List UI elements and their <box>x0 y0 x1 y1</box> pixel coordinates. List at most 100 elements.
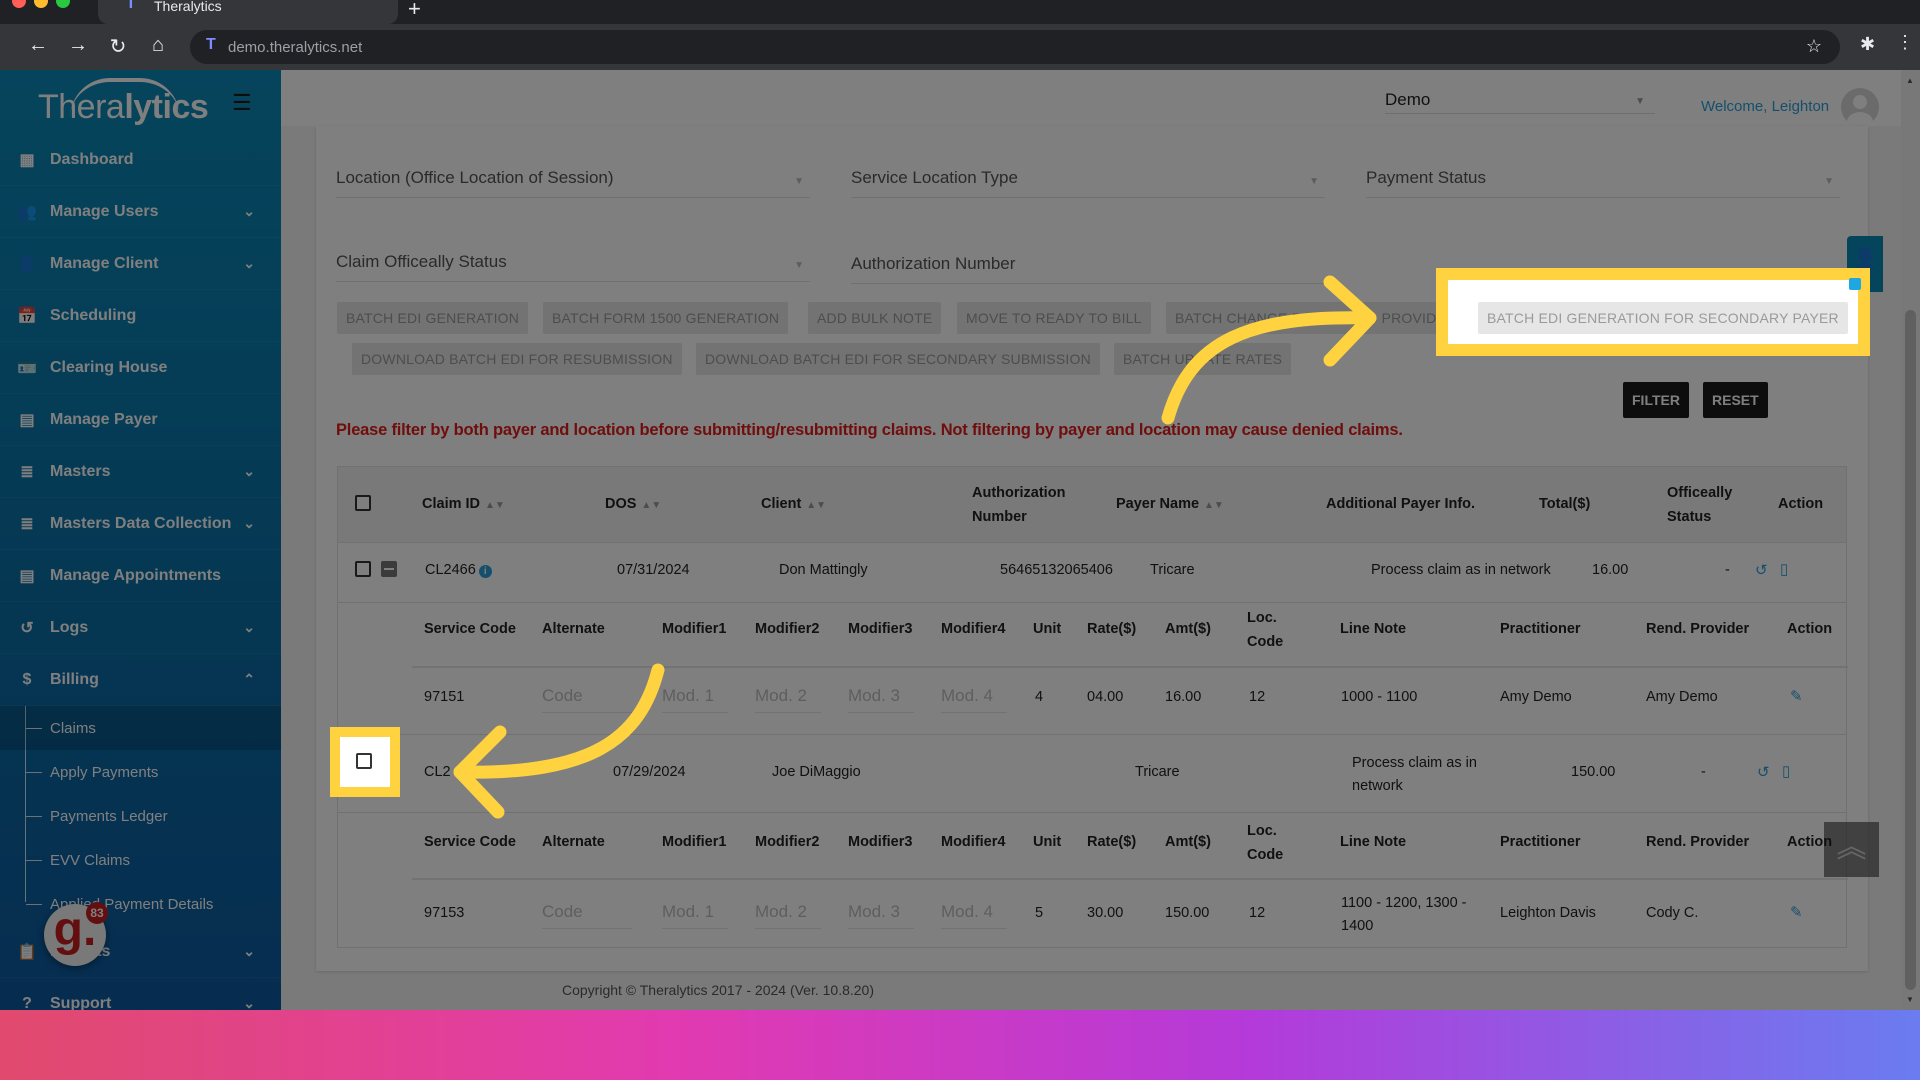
batch-edi-generation-button[interactable]: BATCH EDI GENERATION <box>337 302 529 334</box>
back-to-top-button[interactable]: ︽ <box>1824 822 1879 877</box>
alternate-code-input[interactable]: Code <box>542 686 632 713</box>
line-practitioner: Leighton Davis <box>1500 905 1596 921</box>
sidebar-item-masters[interactable]: ≣ Masters ⌄ <box>0 446 281 498</box>
sidebar-item-clearing-house[interactable]: 🪪 Clearing House <box>0 342 281 394</box>
payment-status-select[interactable]: Payment Status ▼ <box>1366 158 1840 198</box>
highlighted-claim-checkbox[interactable] <box>356 753 372 769</box>
sidebar-item-label: Clearing House <box>50 358 168 376</box>
add-bulk-note-button[interactable]: ADD BULK NOTE <box>808 302 942 334</box>
filter-button[interactable]: FILTER <box>1623 382 1689 418</box>
reload-icon[interactable]: ↻ <box>106 34 130 59</box>
line-header-action: Action <box>1787 621 1833 637</box>
window-controls <box>12 0 70 8</box>
sidebar-item-manage-payer[interactable]: ▤ Manage Payer <box>0 394 281 446</box>
modifier3-input[interactable]: Mod. 3 <box>848 902 914 929</box>
header-claim-id[interactable]: Claim ID ▲▼ <box>422 496 505 512</box>
location-filter-select[interactable]: Location (Office Location of Session) ▼ <box>336 158 810 198</box>
download-batch-edi-secondary-button[interactable]: DOWNLOAD BATCH EDI FOR SECONDARY SUBMISS… <box>696 343 1100 375</box>
claim-client: Joe DiMaggio <box>772 764 861 780</box>
sidebar-subitem-payments-ledger[interactable]: Payments Ledger <box>0 794 281 838</box>
modifier3-input[interactable]: Mod. 3 <box>848 686 914 713</box>
header-payer-name[interactable]: Payer Name ▲▼ <box>1116 496 1224 512</box>
alternate-code-input[interactable]: Code <box>542 902 632 929</box>
history-icon[interactable]: ↺ <box>1755 561 1768 579</box>
footer-copyright: Copyright © Theralytics 2017 - 2024 (Ver… <box>562 982 875 998</box>
line-header-amt: Amt($) <box>1165 834 1211 850</box>
sidebar-item-manage-users[interactable]: 👥 Manage Users ⌄ <box>0 186 281 238</box>
sidebar-item-scheduling[interactable]: 📅 Scheduling <box>0 290 281 342</box>
logo[interactable]: Theralytics ☰ <box>0 70 281 134</box>
scroll-up-icon[interactable]: ▲ <box>1906 76 1914 85</box>
browser-menu-icon[interactable]: ⋮ <box>1896 32 1914 53</box>
sidebar-subitem-applied-payment-details[interactable]: Applied Payment Details <box>0 882 281 926</box>
sidebar-item-logs[interactable]: ↺ Logs ⌄ <box>0 602 281 654</box>
theralytics-favicon-icon: T <box>126 0 136 12</box>
modifier2-input[interactable]: Mod. 2 <box>755 902 821 929</box>
reset-button[interactable]: RESET <box>1703 382 1768 418</box>
modifier4-input[interactable]: Mod. 4 <box>941 902 1007 929</box>
bookmark-star-icon[interactable]: ☆ <box>1806 36 1822 57</box>
header-dos[interactable]: DOS ▲▼ <box>605 496 661 512</box>
batch-edi-secondary-payer-button[interactable]: BATCH EDI GENERATION FOR SECONDARY PAYER <box>1478 302 1848 334</box>
scroll-down-icon[interactable]: ▼ <box>1906 995 1914 1004</box>
sidebar-subitem-claims[interactable]: Claims <box>0 706 281 750</box>
page-scrollbar[interactable]: ▲ ▼ <box>1901 70 1920 1010</box>
batch-form-1500-button[interactable]: BATCH FORM 1500 GENERATION <box>543 302 789 334</box>
sidebar-item-reports[interactable]: 📋Reports⌄ <box>0 926 281 978</box>
maximize-window-button[interactable] <box>56 0 70 8</box>
home-icon[interactable]: ⌂ <box>146 34 170 57</box>
sidebar-item-dashboard[interactable]: ▦ Dashboard <box>0 134 281 186</box>
browser-tab[interactable]: T Theralytics <box>98 0 398 24</box>
sidebar-item-manage-client[interactable]: 👤 Manage Client ⌄ <box>0 238 281 290</box>
move-to-ready-to-bill-button[interactable]: MOVE TO READY TO BILL <box>957 302 1151 334</box>
sidebar-item-manage-appointments[interactable]: ▤ Manage Appointments <box>0 550 281 602</box>
history-icon[interactable]: ↺ <box>1757 763 1770 781</box>
welcome-user-link[interactable]: Welcome, Leighton <box>1701 98 1829 115</box>
info-icon[interactable]: i <box>478 565 492 578</box>
claim-id[interactable]: CL2 <box>424 764 451 780</box>
close-window-button[interactable] <box>12 0 26 8</box>
edit-icon[interactable]: ✎ <box>1790 687 1803 705</box>
claim-status-select[interactable]: Claim Officeally Status ▼ <box>336 242 810 282</box>
collapse-row-icon[interactable] <box>381 561 397 577</box>
line-header-rate: Rate($) <box>1087 834 1137 850</box>
download-batch-edi-resubmission-button[interactable]: DOWNLOAD BATCH EDI FOR RESUBMISSION <box>352 343 682 375</box>
address-bar[interactable]: T demo.theralytics.net ☆ <box>190 30 1840 64</box>
line-header-unit: Unit <box>1033 621 1062 637</box>
line-rend-provider: Cody C. <box>1646 905 1699 921</box>
line-header-modifier3: Modifier3 <box>848 834 913 850</box>
sidebar-subitem-evv-claims[interactable]: EVV Claims <box>0 838 281 882</box>
avatar[interactable] <box>1841 88 1879 126</box>
document-icon[interactable]: ▯ <box>1780 560 1788 578</box>
modifier4-input[interactable]: Mod. 4 <box>941 686 1007 713</box>
document-icon[interactable]: ▯ <box>1782 762 1790 780</box>
service-location-type-select[interactable]: Service Location Type ▼ <box>851 158 1325 198</box>
sidebar-item-billing[interactable]: $ Billing ⌃ <box>0 654 281 706</box>
select-all-checkbox[interactable] <box>355 495 371 511</box>
minimize-window-button[interactable] <box>34 0 48 8</box>
modifier2-input[interactable]: Mod. 2 <box>755 686 821 713</box>
back-arrow-icon[interactable]: ← <box>26 34 50 57</box>
batch-change-rendering-provider-button[interactable]: BATCH CHANGE RENDERING PROVIDER <box>1166 302 1453 334</box>
claim-status-label: Claim Officeally Status <box>336 252 507 271</box>
line-amt: 16.00 <box>1165 689 1202 705</box>
chevron-down-icon: ⌄ <box>243 515 255 531</box>
scrollbar-thumb[interactable] <box>1905 310 1916 990</box>
header-client[interactable]: Client ▲▼ <box>761 496 826 512</box>
claim-authorization-number: 56465132065406 <box>1000 562 1113 578</box>
new-tab-button[interactable]: + <box>408 0 421 22</box>
extensions-puzzle-icon[interactable]: ✱ <box>1860 34 1875 55</box>
sidebar-collapse-icon[interactable]: ☰ <box>232 90 252 116</box>
authorization-number-input[interactable]: Authorization Number <box>851 244 1325 284</box>
line-loc-code: 12 <box>1249 689 1266 705</box>
sidebar-item-masters-data-collection[interactable]: ≣ Masters Data Collection ⌄ <box>0 498 281 550</box>
modifier1-input[interactable]: Mod. 1 <box>662 686 728 713</box>
edit-icon[interactable]: ✎ <box>1790 903 1803 921</box>
claim-id[interactable]: CL2466 i <box>425 562 492 578</box>
organization-select[interactable]: Demo ▼ <box>1385 82 1655 114</box>
batch-update-rates-button[interactable]: BATCH UPDATE RATES <box>1114 343 1292 375</box>
modifier1-input[interactable]: Mod. 1 <box>662 902 728 929</box>
claim-row-checkbox[interactable] <box>355 561 371 577</box>
sidebar-subitem-apply-payments[interactable]: Apply Payments <box>0 750 281 794</box>
forward-arrow-icon[interactable]: → <box>66 34 90 57</box>
